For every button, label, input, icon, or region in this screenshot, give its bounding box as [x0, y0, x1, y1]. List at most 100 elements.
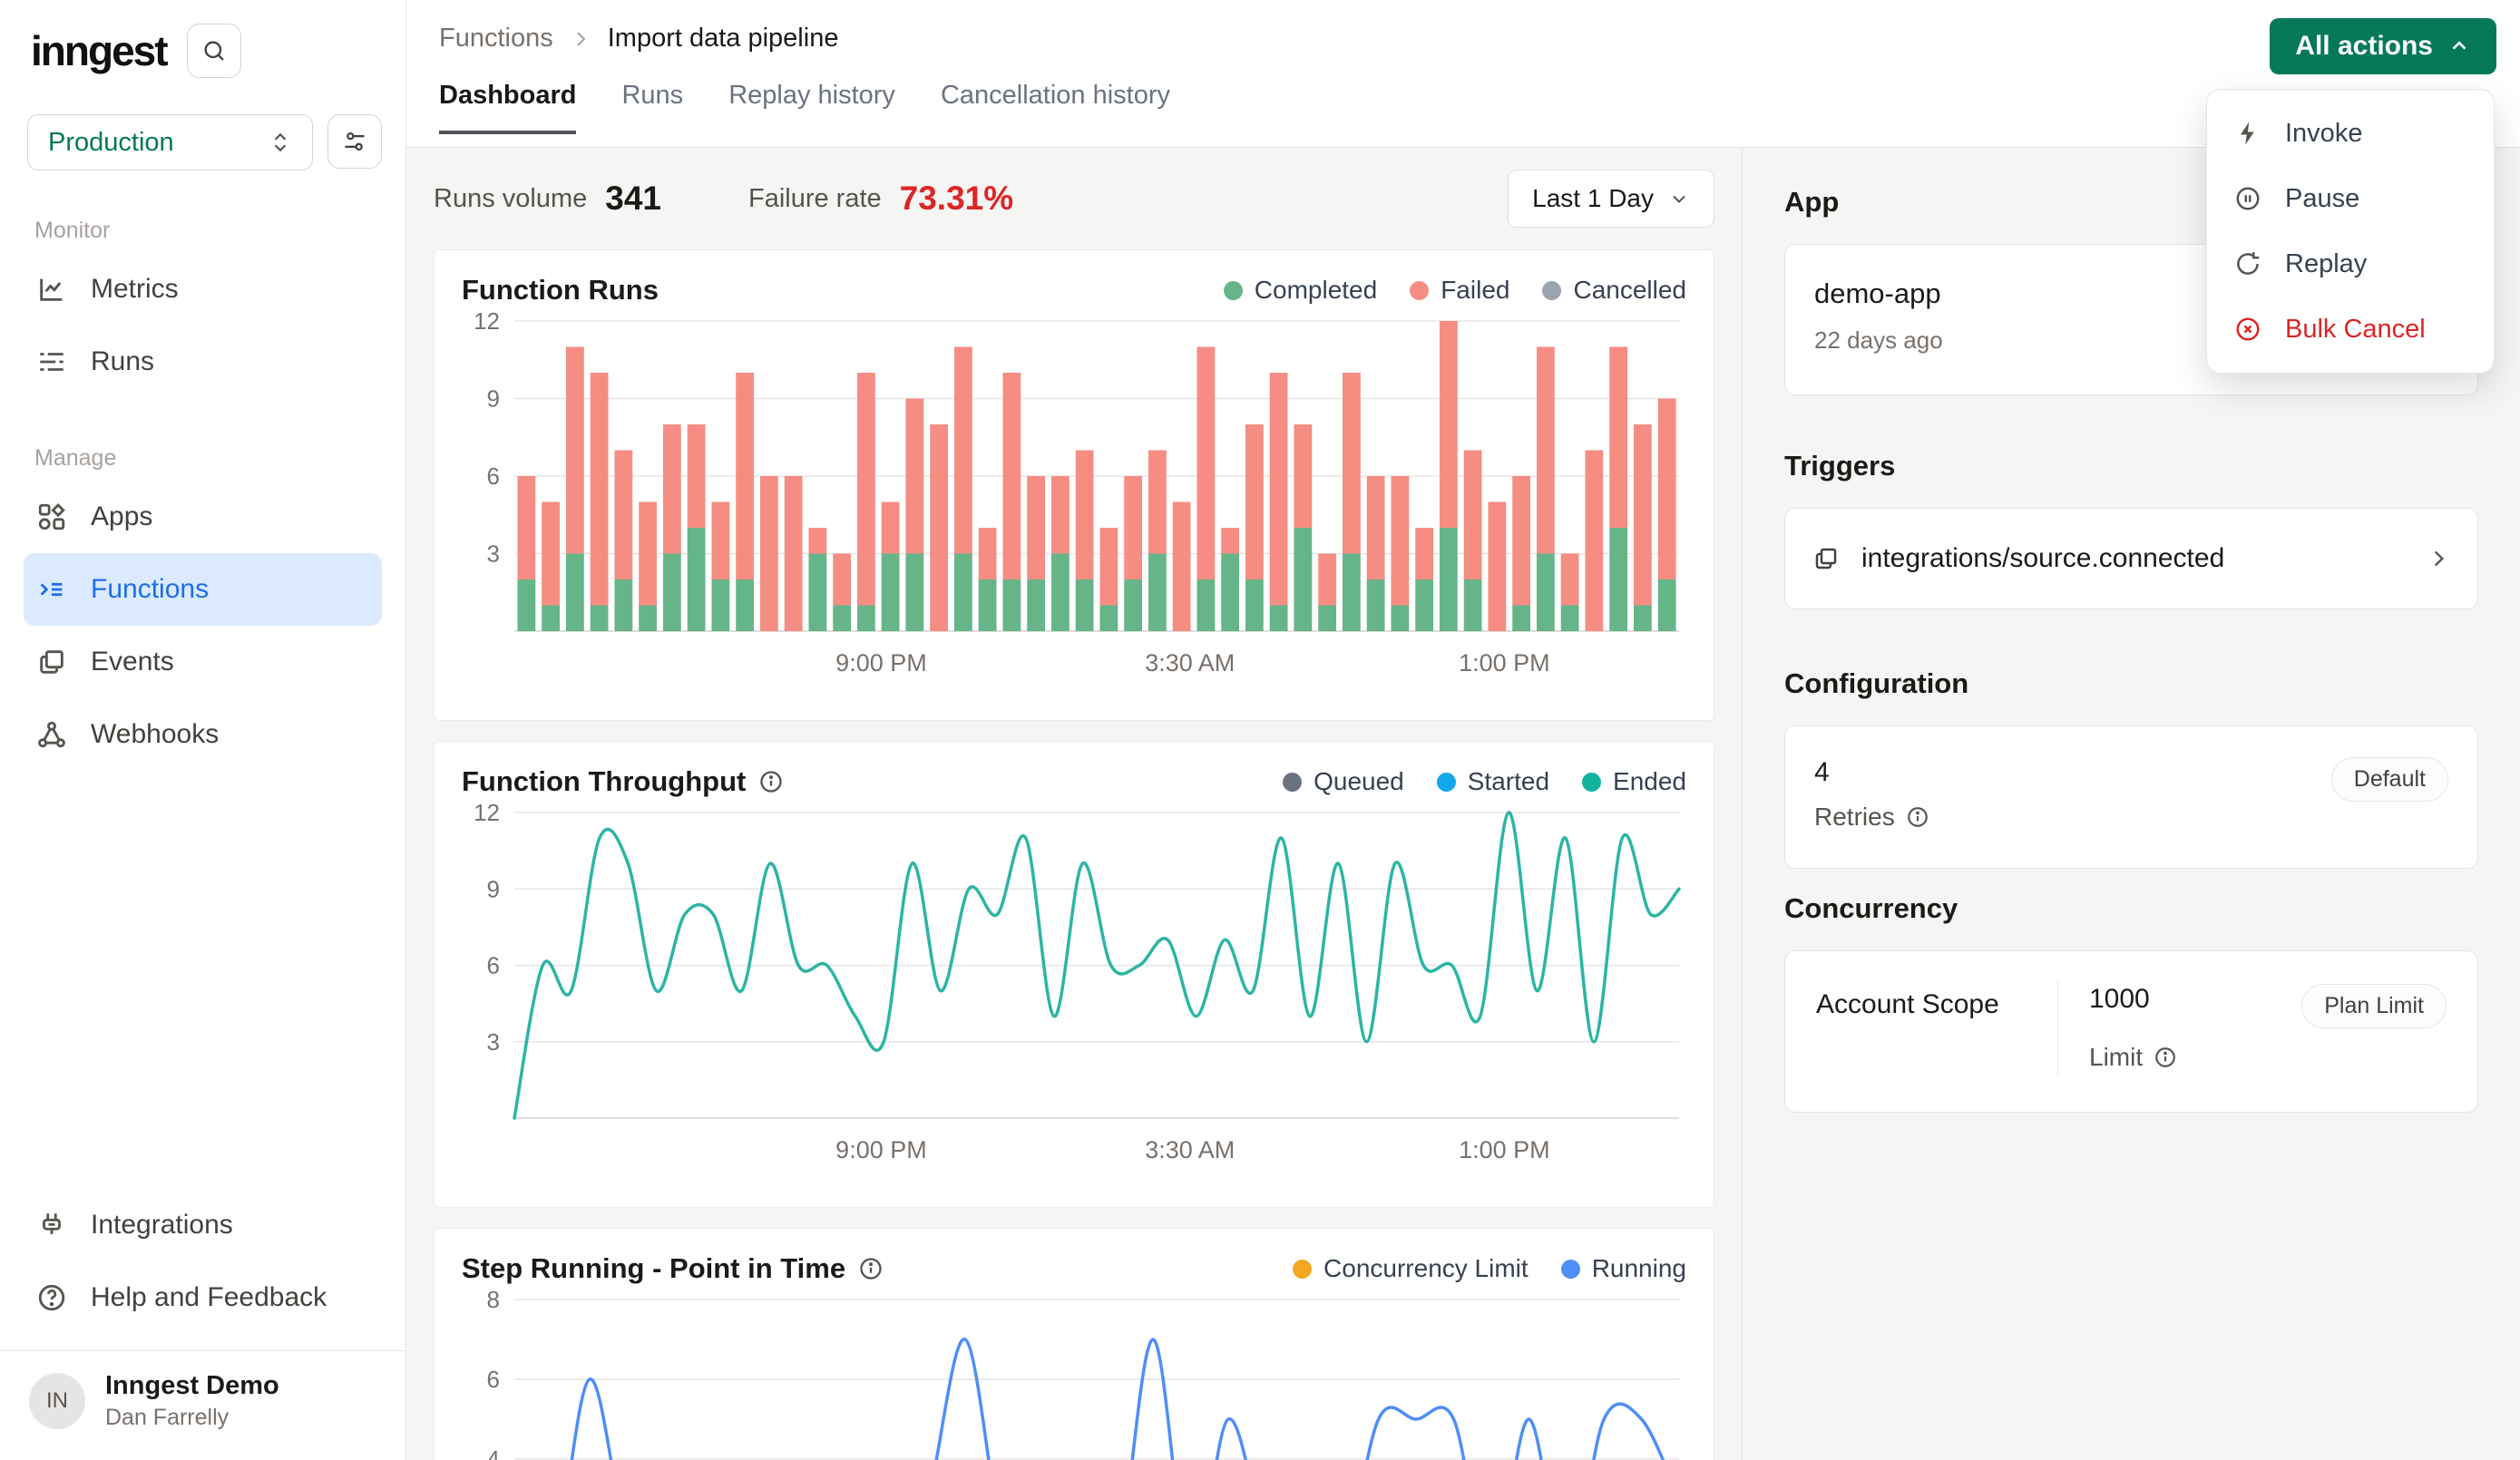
function-throughput-card: Function Throughput Queued — [434, 741, 1714, 1208]
legend-label: Started — [1468, 767, 1549, 796]
menu-item-label: Pause — [2285, 184, 2359, 214]
breadcrumb-functions[interactable]: Functions — [439, 24, 553, 54]
svg-text:6: 6 — [487, 952, 500, 979]
svg-text:9:00 PM: 9:00 PM — [835, 1136, 927, 1163]
function-runs-chart[interactable]: 369129:00 PM3:30 AM1:00 PM — [462, 307, 1686, 678]
tab-cancellation-history[interactable]: Cancellation history — [941, 81, 1170, 134]
sidebar-item-label: Events — [91, 647, 174, 677]
concurrency-heading: Concurrency — [1784, 892, 2478, 925]
chevron-down-icon — [1668, 188, 1690, 209]
svg-text:3: 3 — [487, 540, 500, 568]
legend-cancelled[interactable]: Cancelled — [1542, 276, 1686, 305]
menu-item-invoke[interactable]: Invoke — [2207, 101, 2494, 166]
menu-item-bulk-cancel[interactable]: Bulk Cancel — [2207, 297, 2494, 362]
all-actions-menu: Invoke Pause Replay Bulk Cancel — [2206, 89, 2495, 374]
replay-icon — [2234, 250, 2261, 277]
sidebar: inngest Production Monitor — [0, 0, 406, 1460]
apps-shapes-icon — [36, 501, 67, 532]
stat-label: Runs volume — [434, 184, 587, 214]
plan-limit-badge: Plan Limit — [2301, 984, 2447, 1028]
all-actions-button[interactable]: All actions — [2270, 18, 2496, 74]
function-throughput-title: Function Throughput — [462, 765, 746, 798]
app-root: inngest Production Monitor — [0, 0, 2520, 1460]
pause-circle-icon — [2234, 185, 2261, 212]
legend-ended[interactable]: Ended — [1582, 767, 1686, 796]
sidebar-item-help[interactable]: Help and Feedback — [24, 1261, 382, 1334]
sidebar-item-functions[interactable]: Functions — [24, 553, 382, 626]
svg-text:9:00 PM: 9:00 PM — [835, 649, 927, 676]
list-dashes-icon — [36, 346, 67, 377]
user-account-button[interactable]: IN Inngest Demo Dan Farrelly — [24, 1351, 382, 1455]
functions-list-icon — [36, 574, 67, 605]
stat-runs-volume: Runs volume 341 — [434, 180, 661, 218]
time-range-select[interactable]: Last 1 Day — [1508, 170, 1714, 228]
legend-failed[interactable]: Failed — [1410, 276, 1509, 305]
tab-runs[interactable]: Runs — [621, 81, 683, 134]
svg-text:4: 4 — [487, 1445, 500, 1460]
time-range-value: Last 1 Day — [1532, 184, 1654, 213]
legend-dot — [1224, 281, 1243, 300]
menu-item-pause[interactable]: Pause — [2207, 166, 2494, 231]
search-button[interactable] — [187, 24, 241, 78]
legend-dot — [1582, 773, 1601, 792]
legend-dot — [1293, 1260, 1312, 1279]
trigger-event-name: integrations/source.connected — [1861, 543, 2224, 574]
user-name: Dan Farrelly — [105, 1405, 279, 1431]
legend-label: Failed — [1441, 276, 1509, 305]
help-circle-icon — [36, 1282, 67, 1313]
legend-dot — [1542, 281, 1561, 300]
environment-filter-button[interactable] — [327, 114, 382, 169]
retries-label: Retries — [1814, 803, 1895, 832]
legend-concurrency-limit[interactable]: Concurrency Limit — [1293, 1254, 1529, 1283]
webhook-icon — [36, 719, 67, 750]
legend-dot — [1283, 773, 1302, 792]
legend-completed[interactable]: Completed — [1224, 276, 1377, 305]
info-icon[interactable] — [758, 769, 784, 794]
step-running-chart[interactable]: 2468 — [462, 1285, 1686, 1460]
function-throughput-chart[interactable]: 369129:00 PM3:30 AM1:00 PM — [462, 798, 1686, 1165]
windows-copy-icon — [36, 647, 67, 677]
sidebar-item-metrics[interactable]: Metrics — [24, 253, 382, 326]
step-running-legend: Concurrency Limit Running — [1293, 1254, 1686, 1283]
legend-running[interactable]: Running — [1561, 1254, 1686, 1283]
legend-label: Cancelled — [1573, 276, 1686, 305]
svg-text:6: 6 — [487, 1366, 500, 1393]
environment-selector-value: Production — [48, 128, 174, 158]
sidebar-section-monitor: Monitor — [24, 218, 382, 244]
legend-started[interactable]: Started — [1437, 767, 1549, 796]
menu-item-replay[interactable]: Replay — [2207, 231, 2494, 297]
concurrency-limit-value: 1000 — [2089, 984, 2150, 1015]
svg-text:1:00 PM: 1:00 PM — [1459, 1136, 1550, 1163]
menu-item-label: Replay — [2285, 249, 2367, 279]
sidebar-item-label: Webhooks — [91, 719, 219, 750]
svg-text:8: 8 — [487, 1286, 500, 1313]
sidebar-item-integrations[interactable]: Integrations — [24, 1189, 382, 1261]
chevron-up-down-icon — [269, 131, 292, 154]
configuration-heading: Configuration — [1784, 667, 2478, 700]
info-icon[interactable] — [2154, 1046, 2177, 1069]
concurrency-scope: Account Scope — [1785, 984, 2057, 1072]
sidebar-item-label: Metrics — [91, 274, 179, 305]
user-org: Inngest Demo — [105, 1371, 279, 1401]
stat-failure-rate: Failure rate 73.31% — [748, 180, 1013, 218]
avatar: IN — [29, 1373, 85, 1429]
sidebar-item-runs[interactable]: Runs — [24, 326, 382, 398]
legend-label: Ended — [1613, 767, 1686, 796]
chevron-right-icon — [570, 28, 591, 50]
sidebar-nav-manage: Apps Functions Events Webhooks — [24, 481, 382, 771]
svg-text:3:30 AM: 3:30 AM — [1145, 649, 1235, 676]
function-runs-legend: Completed Failed Cancelled — [1224, 276, 1686, 305]
sidebar-item-apps[interactable]: Apps — [24, 481, 382, 553]
legend-dot — [1561, 1260, 1580, 1279]
sidebar-item-webhooks[interactable]: Webhooks — [24, 698, 382, 771]
info-icon[interactable] — [858, 1256, 884, 1281]
legend-label: Concurrency Limit — [1323, 1254, 1529, 1283]
environment-selector[interactable]: Production — [27, 114, 313, 170]
sidebar-item-events[interactable]: Events — [24, 626, 382, 698]
stats-row: Runs volume 341 Failure rate 73.31% Last… — [434, 148, 1714, 249]
tab-replay-history[interactable]: Replay history — [728, 81, 895, 134]
info-icon[interactable] — [1906, 805, 1929, 829]
trigger-row[interactable]: integrations/source.connected — [1784, 508, 2478, 609]
tab-dashboard[interactable]: Dashboard — [439, 81, 576, 134]
legend-queued[interactable]: Queued — [1283, 767, 1404, 796]
